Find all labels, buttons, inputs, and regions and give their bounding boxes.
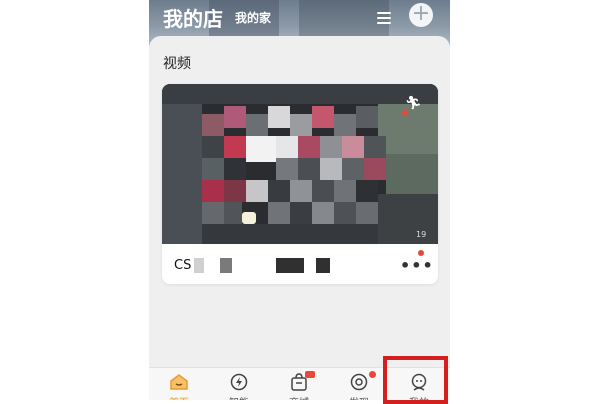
video-pixel-block bbox=[378, 194, 438, 244]
video-ceiling bbox=[162, 84, 438, 104]
video-pixel-block bbox=[276, 158, 298, 180]
main-content: 视频 🏃︎ 19 CS ••• bbox=[149, 36, 450, 367]
tab-label: 发现 bbox=[329, 394, 389, 400]
tab-label: 商城 bbox=[269, 394, 329, 400]
video-pixel-block bbox=[224, 136, 246, 158]
section-title: 视频 bbox=[163, 56, 191, 72]
home-switcher[interactable]: 我的家 bbox=[235, 9, 271, 26]
video-pixel-block bbox=[298, 136, 320, 158]
lightning-icon bbox=[230, 373, 248, 391]
discover-dot bbox=[369, 371, 376, 378]
video-pixel-block bbox=[298, 158, 320, 180]
video-pixel-block bbox=[312, 202, 334, 224]
camera-name-redaction bbox=[220, 258, 232, 273]
camera-name: CS bbox=[174, 258, 192, 273]
page-title: 我的店 bbox=[163, 7, 223, 31]
camera-preview[interactable]: 🏃︎ 19 bbox=[162, 84, 438, 244]
video-pixel-block bbox=[224, 106, 246, 128]
discover-icon bbox=[350, 373, 368, 391]
video-pixel-block bbox=[224, 202, 242, 224]
video-pixel-block bbox=[246, 180, 268, 202]
video-timestamp: 19 bbox=[416, 230, 427, 239]
video-pixel-block bbox=[356, 180, 378, 202]
video-pixel-block bbox=[320, 136, 342, 158]
video-pixel-block bbox=[268, 180, 290, 202]
video-pixel-block bbox=[246, 136, 276, 162]
video-pixel-block bbox=[202, 114, 224, 136]
video-pixel-block bbox=[276, 136, 298, 158]
video-pixel-block bbox=[268, 202, 290, 224]
video-pixel-block bbox=[342, 158, 364, 180]
video-pixel-block bbox=[334, 114, 356, 136]
video-shelf-left bbox=[162, 104, 202, 244]
video-pixel-block bbox=[202, 202, 224, 224]
video-pixel-block bbox=[224, 180, 246, 202]
video-pixel-block bbox=[364, 158, 386, 180]
video-floor bbox=[202, 224, 378, 244]
video-pixel-block bbox=[320, 158, 342, 180]
video-pixel-block bbox=[268, 106, 290, 128]
tab-label: 智能 bbox=[209, 394, 269, 400]
video-pixel-block bbox=[364, 136, 386, 158]
camera-name-redaction bbox=[194, 258, 204, 273]
tab-mall[interactable]: 商城 bbox=[269, 370, 329, 400]
more-options-button[interactable]: ••• bbox=[400, 256, 434, 275]
video-pixel-block bbox=[356, 202, 378, 224]
video-pixel-block bbox=[356, 106, 378, 128]
camera-name-redaction bbox=[316, 258, 330, 273]
camera-status-dot bbox=[418, 250, 424, 256]
add-device-button[interactable]: + bbox=[409, 3, 433, 27]
highlight-box bbox=[383, 356, 448, 404]
video-pixel-block bbox=[290, 180, 312, 202]
video-pixel-block bbox=[312, 106, 334, 128]
video-pixel-block bbox=[246, 114, 268, 136]
video-pixel-block bbox=[202, 158, 224, 180]
video-pixel-block bbox=[290, 202, 312, 224]
camera-name-redaction bbox=[276, 258, 304, 273]
menu-icon[interactable] bbox=[377, 12, 391, 24]
home-icon bbox=[170, 374, 188, 390]
video-pixel-block bbox=[342, 136, 364, 158]
video-pixel-block bbox=[386, 154, 438, 194]
video-pixel-block bbox=[312, 180, 334, 202]
tab-label: 首页 bbox=[149, 394, 209, 400]
video-pixel-block bbox=[290, 114, 312, 136]
video-pixel-block bbox=[202, 180, 224, 202]
phone-screen: 我的店 我的家 + 视频 🏃︎ 19 CS ••• bbox=[149, 0, 450, 400]
video-pixel-block bbox=[334, 180, 356, 202]
video-pixel-block bbox=[224, 158, 246, 180]
camera-card[interactable]: 🏃︎ 19 CS ••• bbox=[162, 84, 438, 284]
tab-discover[interactable]: 发现 bbox=[329, 370, 389, 400]
video-pixel-block bbox=[202, 136, 224, 158]
tab-home[interactable]: 首页 bbox=[149, 370, 209, 400]
video-pixel-block bbox=[334, 202, 356, 224]
video-lamp-glow bbox=[242, 212, 256, 224]
motion-alert-dot bbox=[402, 110, 408, 116]
tab-smart[interactable]: 智能 bbox=[209, 370, 269, 400]
mall-badge bbox=[305, 371, 315, 378]
